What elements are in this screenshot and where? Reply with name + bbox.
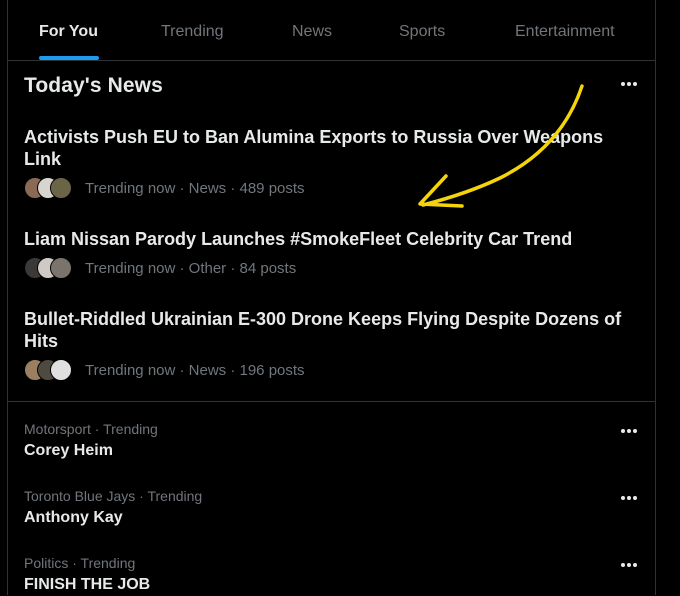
active-tab-indicator	[39, 56, 99, 60]
explore-panel: For You Trending News Sports Entertainme…	[7, 0, 656, 595]
tab-bar: For You Trending News Sports Entertainme…	[8, 0, 655, 61]
section-divider	[8, 401, 655, 402]
trend-context: Toronto Blue Jays · Trending	[24, 488, 203, 504]
news-meta: Trending now · News · 489 posts	[85, 179, 305, 197]
news-item[interactable]: Activists Push EU to Ban Alumina Exports…	[24, 126, 624, 201]
more-horizontal-icon[interactable]	[617, 75, 641, 95]
news-headline: Liam Nissan Parody Launches #SmokeFleet …	[24, 229, 573, 249]
section-title: Today's News	[24, 74, 163, 97]
avatar-stack	[24, 358, 74, 382]
avatar-stack	[24, 176, 74, 200]
news-meta: Trending now · Other · 84 posts	[85, 259, 297, 277]
news-meta: Trending now · News · 196 posts	[85, 361, 305, 379]
news-headline: Bullet-Riddled Ukrainian E-300 Drone Kee…	[24, 309, 622, 351]
trend-context: Politics · Trending	[24, 555, 136, 571]
avatar	[50, 359, 72, 381]
tab-sports[interactable]: Sports	[399, 0, 445, 61]
avatar-stack	[24, 256, 74, 280]
news-headline: Activists Push EU to Ban Alumina Exports…	[24, 127, 604, 169]
more-horizontal-icon[interactable]	[617, 422, 641, 442]
avatar	[50, 177, 72, 199]
trend-item[interactable]: Motorsport · Trending Corey Heim	[24, 420, 604, 462]
tab-trending[interactable]: Trending	[161, 0, 224, 61]
more-horizontal-icon[interactable]	[617, 489, 641, 509]
news-item[interactable]: Liam Nissan Parody Launches #SmokeFleet …	[24, 228, 624, 281]
more-horizontal-icon[interactable]	[617, 556, 641, 576]
trend-name: FINISH THE JOB	[24, 576, 151, 593]
tab-news[interactable]: News	[292, 0, 332, 61]
tab-for-you[interactable]: For You	[39, 0, 98, 61]
trend-item[interactable]: Politics · Trending FINISH THE JOB	[24, 554, 604, 596]
news-item[interactable]: Bullet-Riddled Ukrainian E-300 Drone Kee…	[24, 308, 624, 383]
trend-name: Anthony Kay	[24, 509, 123, 526]
tab-entertainment[interactable]: Entertainment	[515, 0, 615, 61]
trend-context: Motorsport · Trending	[24, 421, 158, 437]
trend-name: Corey Heim	[24, 442, 113, 459]
avatar	[50, 257, 72, 279]
trend-item[interactable]: Toronto Blue Jays · Trending Anthony Kay	[24, 487, 604, 529]
